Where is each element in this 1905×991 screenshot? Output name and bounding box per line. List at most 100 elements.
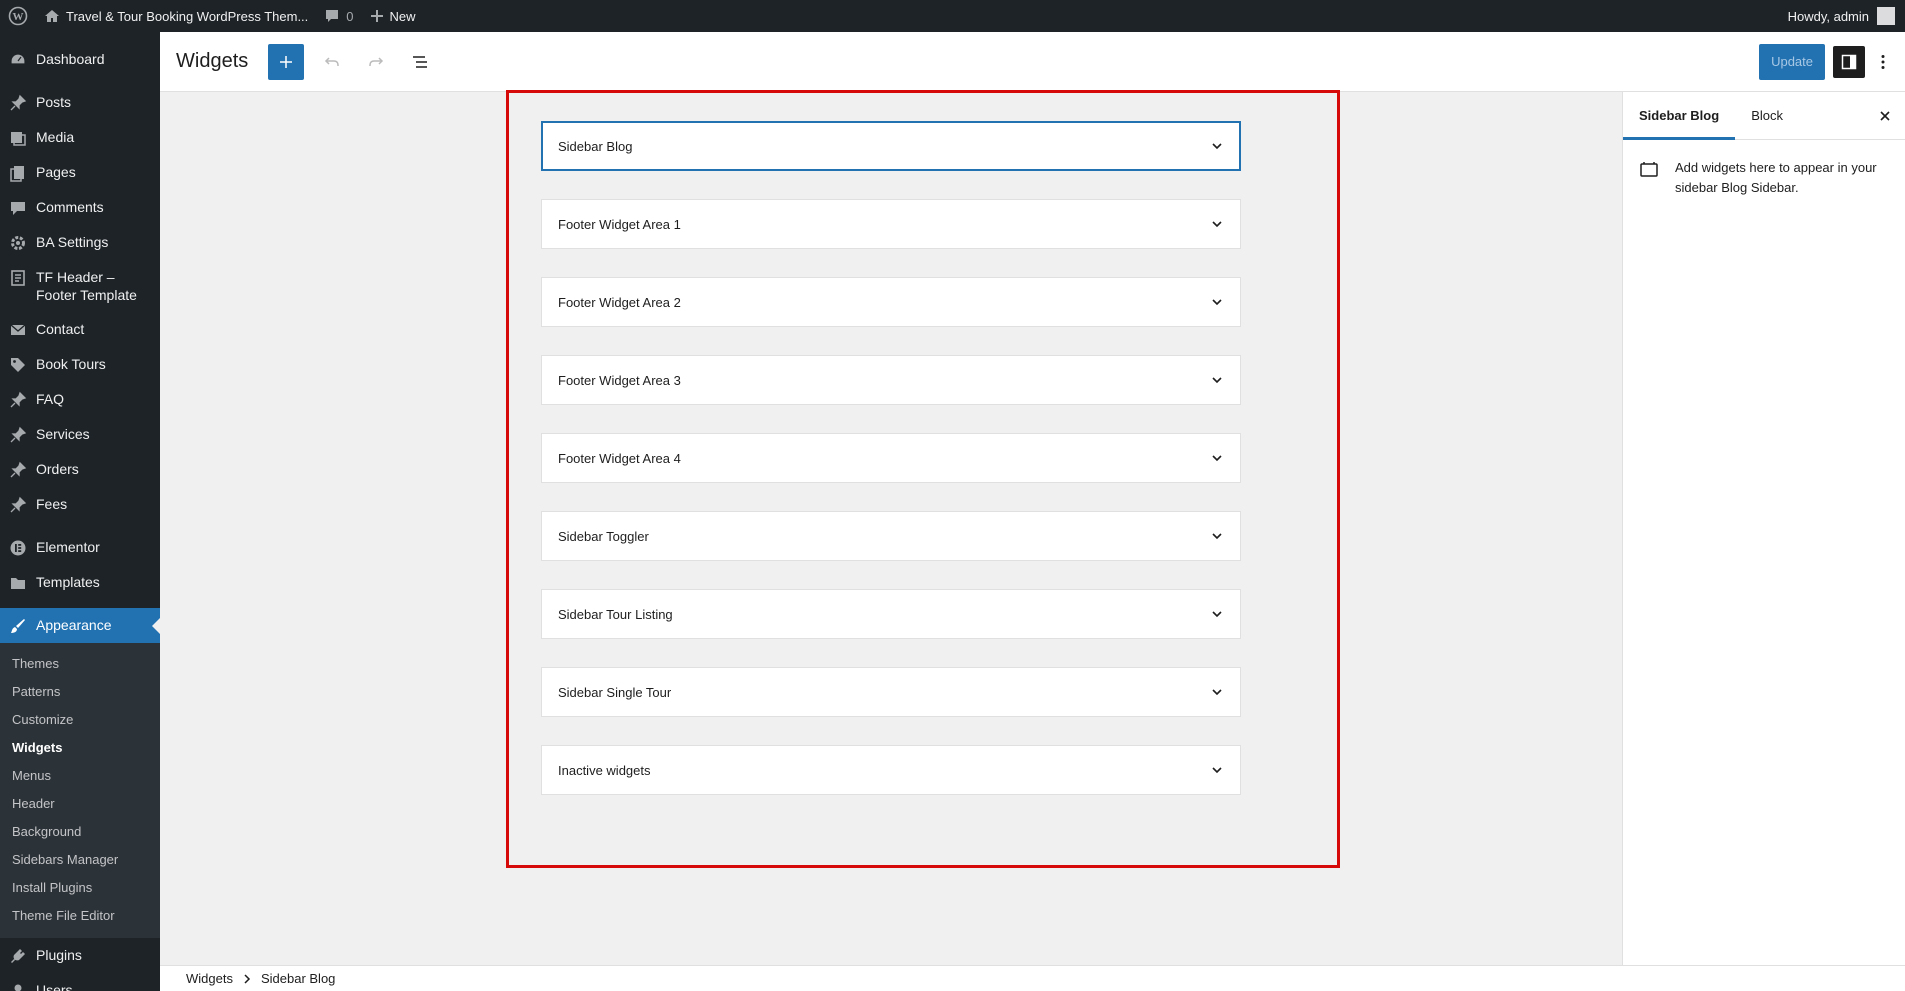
widget-area-sidebar-single-tour[interactable]: Sidebar Single Tour	[541, 667, 1241, 717]
chevron-down-icon[interactable]	[1210, 685, 1224, 699]
widget-area-title: Sidebar Toggler	[558, 528, 649, 544]
submenu-item-widgets[interactable]: Widgets	[0, 734, 160, 762]
menu-item-book-tours[interactable]: Book Tours	[0, 347, 160, 382]
comments-link[interactable]: 0	[316, 0, 361, 32]
widget-area-sidebar-blog[interactable]: Sidebar Blog	[541, 121, 1241, 171]
menu-item-contact[interactable]: Contact	[0, 312, 160, 347]
redo-button[interactable]	[358, 44, 394, 80]
tab-block[interactable]: Block	[1735, 92, 1799, 139]
submenu-item-install-plugins[interactable]: Install Plugins	[0, 874, 160, 902]
widget-area-title: Footer Widget Area 3	[558, 372, 681, 388]
svg-text:W: W	[13, 11, 24, 23]
media-icon	[0, 128, 36, 147]
submenu-item-background[interactable]: Background	[0, 818, 160, 846]
chevron-down-icon[interactable]	[1210, 451, 1224, 465]
menu-item-templates[interactable]: Templates	[0, 565, 160, 600]
dashboard-icon	[0, 50, 36, 69]
submenu-item-theme-file-editor[interactable]: Theme File Editor	[0, 902, 160, 930]
chevron-down-icon[interactable]	[1210, 139, 1224, 153]
pin-icon	[0, 425, 36, 444]
undo-button[interactable]	[314, 44, 350, 80]
chevron-down-icon[interactable]	[1210, 373, 1224, 387]
breadcrumb: Widgets Sidebar Blog	[160, 965, 1905, 991]
submenu-item-themes[interactable]: Themes	[0, 650, 160, 678]
menu-item-services[interactable]: Services	[0, 417, 160, 452]
list-view-button[interactable]	[402, 44, 438, 80]
wordpress-logo-icon[interactable]: W	[0, 0, 36, 32]
plugin-icon	[0, 946, 36, 965]
widget-area-inactive-widgets[interactable]: Inactive widgets	[541, 745, 1241, 795]
submenu-item-customize[interactable]: Customize	[0, 706, 160, 734]
elementor-icon	[0, 538, 36, 557]
widget-area-icon	[1639, 158, 1675, 198]
widget-area-sidebar-tour-listing[interactable]: Sidebar Tour Listing	[541, 589, 1241, 639]
settings-toggle-button[interactable]	[1833, 45, 1865, 78]
tab-sidebar-blog[interactable]: Sidebar Blog	[1623, 92, 1736, 140]
submenu-item-sidebars-manager[interactable]: Sidebars Manager	[0, 846, 160, 874]
widget-area-footer-2[interactable]: Footer Widget Area 2	[541, 277, 1241, 327]
admin-bar: W Travel & Tour Booking WordPress Them..…	[0, 0, 1905, 32]
user-icon	[0, 981, 36, 991]
widget-area-title: Footer Widget Area 2	[558, 294, 681, 310]
redo-icon	[369, 56, 384, 66]
menu-item-orders[interactable]: Orders	[0, 452, 160, 487]
chevron-down-icon[interactable]	[1210, 217, 1224, 231]
update-button[interactable]: Update	[1759, 43, 1825, 80]
chevron-down-icon[interactable]	[1210, 763, 1224, 777]
menu-item-media[interactable]: Media	[0, 120, 160, 155]
breadcrumb-item-widgets[interactable]: Widgets	[186, 971, 233, 986]
appearance-submenu: Themes Patterns Customize Widgets Menus …	[0, 643, 160, 938]
widget-area-title: Inactive widgets	[558, 762, 651, 778]
more-options-button[interactable]	[1871, 44, 1895, 80]
menu-item-dashboard[interactable]: Dashboard	[0, 42, 160, 77]
admin-menu: Dashboard Posts Media Pages Comments BA …	[0, 32, 160, 991]
howdy-text: Howdy, admin	[1787, 8, 1869, 24]
comment-icon	[0, 198, 36, 217]
menu-item-posts[interactable]: Posts	[0, 85, 160, 120]
widget-area-title: Sidebar Tour Listing	[558, 606, 673, 622]
sidebar-panel-icon	[1841, 54, 1857, 69]
header-actions: Update	[1759, 43, 1905, 80]
submenu-item-menus[interactable]: Menus	[0, 762, 160, 790]
widget-area-title: Footer Widget Area 1	[558, 216, 681, 232]
menu-item-fees[interactable]: Fees	[0, 487, 160, 522]
close-panel-button[interactable]	[1865, 92, 1905, 139]
my-account-link[interactable]: Howdy, admin	[1780, 0, 1905, 32]
widget-area-sidebar-toggler[interactable]: Sidebar Toggler	[541, 511, 1241, 561]
new-content-link[interactable]: New	[362, 0, 424, 32]
menu-item-users[interactable]: Users	[0, 973, 160, 991]
menu-item-faq[interactable]: FAQ	[0, 382, 160, 417]
list-view-icon	[413, 55, 428, 68]
brush-icon	[0, 616, 36, 635]
comments-count: 0	[346, 8, 354, 24]
widget-area-footer-4[interactable]: Footer Widget Area 4	[541, 433, 1241, 483]
submenu-item-patterns[interactable]: Patterns	[0, 678, 160, 706]
vertical-ellipsis-icon	[1881, 54, 1885, 69]
menu-item-plugins[interactable]: Plugins	[0, 938, 160, 973]
menu-item-tf-header-footer[interactable]: TF Header – Footer Template	[0, 260, 160, 312]
chevron-down-icon[interactable]	[1210, 529, 1224, 543]
menu-item-pages[interactable]: Pages	[0, 155, 160, 190]
menu-item-comments[interactable]: Comments	[0, 190, 160, 225]
site-name-link[interactable]: Travel & Tour Booking WordPress Them...	[36, 0, 316, 32]
menu-item-appearance[interactable]: Appearance	[0, 608, 160, 643]
home-icon	[44, 8, 60, 24]
pin-icon	[0, 495, 36, 514]
submenu-item-header[interactable]: Header	[0, 790, 160, 818]
widget-area-title: Footer Widget Area 4	[558, 450, 681, 466]
document-icon	[0, 268, 36, 287]
panel-tabs: Sidebar Blog Block	[1623, 92, 1905, 140]
chevron-down-icon[interactable]	[1210, 607, 1224, 621]
menu-item-ba-settings[interactable]: BA Settings	[0, 225, 160, 260]
site-name: Travel & Tour Booking WordPress Them...	[66, 8, 309, 24]
widget-area-footer-3[interactable]: Footer Widget Area 3	[541, 355, 1241, 405]
widget-area-footer-1[interactable]: Footer Widget Area 1	[541, 199, 1241, 249]
comment-bubble-icon	[324, 8, 340, 24]
add-block-button[interactable]	[268, 43, 305, 80]
menu-item-elementor[interactable]: Elementor	[0, 530, 160, 565]
pin-icon	[0, 93, 36, 112]
pin-icon	[0, 460, 36, 479]
panel-description-text: Add widgets here to appear in your sideb…	[1675, 160, 1877, 195]
chevron-down-icon[interactable]	[1210, 295, 1224, 309]
breadcrumb-item-sidebar-blog[interactable]: Sidebar Blog	[261, 971, 335, 986]
